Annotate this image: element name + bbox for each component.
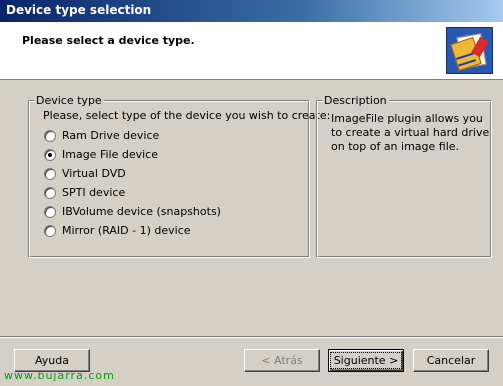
radio-ibvolume[interactable]: IBVolume device (snapshots)	[44, 205, 221, 218]
title-bar[interactable]: Device type selection	[0, 0, 503, 22]
radio-ram-drive[interactable]: Ram Drive device	[44, 129, 159, 142]
description-text: ImageFile plugin allows you to create a …	[331, 112, 490, 153]
radio-label: Mirror (RAID - 1) device	[62, 224, 191, 237]
radio-spti[interactable]: SPTI device	[44, 186, 125, 199]
radio-mirror[interactable]: Mirror (RAID - 1) device	[44, 224, 191, 237]
radio-label: IBVolume device (snapshots)	[62, 205, 221, 218]
window-title: Device type selection	[6, 3, 152, 17]
device-type-prompt: Please, select type of the device you wi…	[43, 109, 331, 122]
back-button[interactable]: < Atrás	[244, 349, 320, 372]
cancel-button-label: Cancelar	[426, 354, 476, 367]
wizard-logo-icon	[446, 27, 493, 74]
help-button-label: Ayuda	[35, 354, 69, 367]
header-text: Please select a device type.	[22, 34, 195, 47]
description-legend: Description	[322, 94, 389, 107]
footer-divider	[0, 336, 503, 338]
radio-circle	[44, 205, 56, 218]
radio-virtual-dvd[interactable]: Virtual DVD	[44, 167, 126, 180]
radio-label: SPTI device	[62, 186, 126, 199]
wizard-header: Please select a device type.	[0, 22, 503, 80]
radio-circle	[44, 224, 56, 237]
next-button-label: Siguiente >	[329, 352, 403, 369]
back-button-label: < Atrás	[261, 354, 303, 367]
radio-image-file[interactable]: Image File device	[44, 148, 158, 161]
radio-label: Image File device	[62, 148, 158, 161]
radio-label: Virtual DVD	[62, 167, 126, 180]
cancel-button[interactable]: Cancelar	[413, 349, 489, 372]
radio-circle	[44, 129, 56, 142]
watermark: www.bujarra.com	[4, 369, 115, 382]
radio-label: Ram Drive device	[62, 129, 160, 142]
radio-circle-selected	[44, 148, 56, 161]
radio-circle	[44, 167, 56, 180]
radio-circle	[44, 186, 56, 199]
device-type-legend: Device type	[34, 94, 104, 107]
next-button[interactable]: Siguiente >	[328, 349, 404, 372]
